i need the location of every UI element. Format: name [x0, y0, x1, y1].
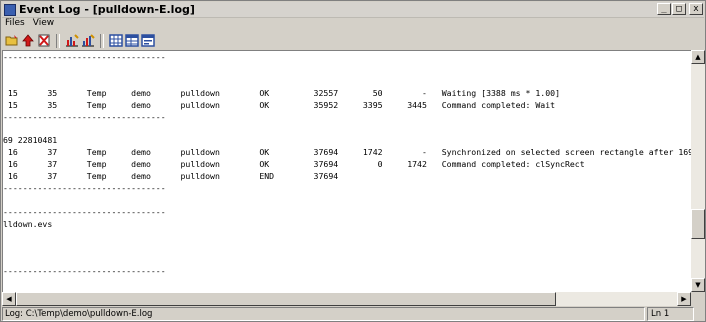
log-line: ---------------------------------	[3, 266, 166, 277]
log-line: 16 37 Temp demo pulldown END 37694	[3, 171, 339, 182]
window-icon[interactable]	[141, 34, 155, 48]
stop-icon[interactable]	[21, 34, 35, 48]
log-line: 15 35 Temp demo pulldown OK 32557 50 - W…	[3, 87, 561, 98]
log-line: ---------------------------------	[3, 111, 166, 122]
maximize-button[interactable]: □	[672, 3, 686, 15]
close-button[interactable]: x	[689, 3, 703, 15]
vertical-scrollbar[interactable]: ▲ ▼	[691, 50, 705, 292]
open-folder-icon[interactable]	[5, 34, 19, 48]
chart-alt-icon[interactable]	[81, 34, 95, 48]
delete-icon[interactable]	[37, 34, 51, 48]
title-buttons: _ □ x	[657, 3, 703, 15]
scrollbar-corner	[691, 292, 705, 306]
log-line: ---------------------------------	[3, 206, 166, 217]
app-icon	[4, 3, 16, 16]
chart-icon[interactable]	[65, 34, 79, 48]
scroll-down-button[interactable]: ▼	[691, 278, 705, 292]
status-log-path: Log: C:\Temp\demo\pulldown-E.log	[2, 307, 645, 321]
log-view[interactable]: --------------------------------- 15 35 …	[2, 50, 692, 293]
log-line: 69 22810481	[3, 135, 58, 146]
grid-icon[interactable]	[109, 34, 123, 48]
scroll-left-button[interactable]: ◀	[2, 292, 16, 306]
log-text: --------------------------------- 15 35 …	[3, 52, 692, 293]
log-line: 16 37 Temp demo pulldown OK 37694 0 1742…	[3, 159, 585, 170]
log-line: ---------------------------------	[3, 52, 166, 62]
window-title: Event Log - [pulldown-E.log]	[19, 3, 195, 16]
minimize-button[interactable]: _	[657, 3, 671, 15]
log-line: lldown.evs	[3, 218, 53, 229]
menu-files[interactable]: Files	[5, 18, 25, 30]
title-bar[interactable]: Event Log - [pulldown-E.log] _ □ x	[2, 2, 704, 18]
horizontal-scrollbar[interactable]: ◀ ▶	[2, 292, 691, 306]
menu-bar: Files View	[2, 18, 54, 30]
status-line-number: Ln 1	[647, 307, 694, 321]
horizontal-scroll-thumb[interactable]	[16, 292, 556, 306]
toolbar-separator	[100, 33, 104, 48]
log-line: ---------------------------------	[3, 182, 166, 193]
toolbar-separator	[56, 33, 60, 48]
status-bar: Log: C:\Temp\demo\pulldown-E.log Ln 1	[2, 307, 704, 321]
menu-view[interactable]: View	[33, 18, 54, 30]
resize-grip[interactable]	[694, 307, 704, 321]
scroll-right-button[interactable]: ▶	[677, 292, 691, 306]
scroll-up-button[interactable]: ▲	[691, 50, 705, 64]
event-log-window: Event Log - [pulldown-E.log] _ □ x Files…	[0, 0, 706, 322]
log-line: 16 37 Temp demo pulldown OK 37694 1742 -…	[3, 147, 692, 158]
toolbar	[2, 32, 706, 49]
vertical-scroll-thumb[interactable]	[691, 209, 705, 239]
log-line: 15 35 Temp demo pulldown OK 35952 3395 3…	[3, 99, 556, 110]
table-icon[interactable]	[125, 34, 139, 48]
